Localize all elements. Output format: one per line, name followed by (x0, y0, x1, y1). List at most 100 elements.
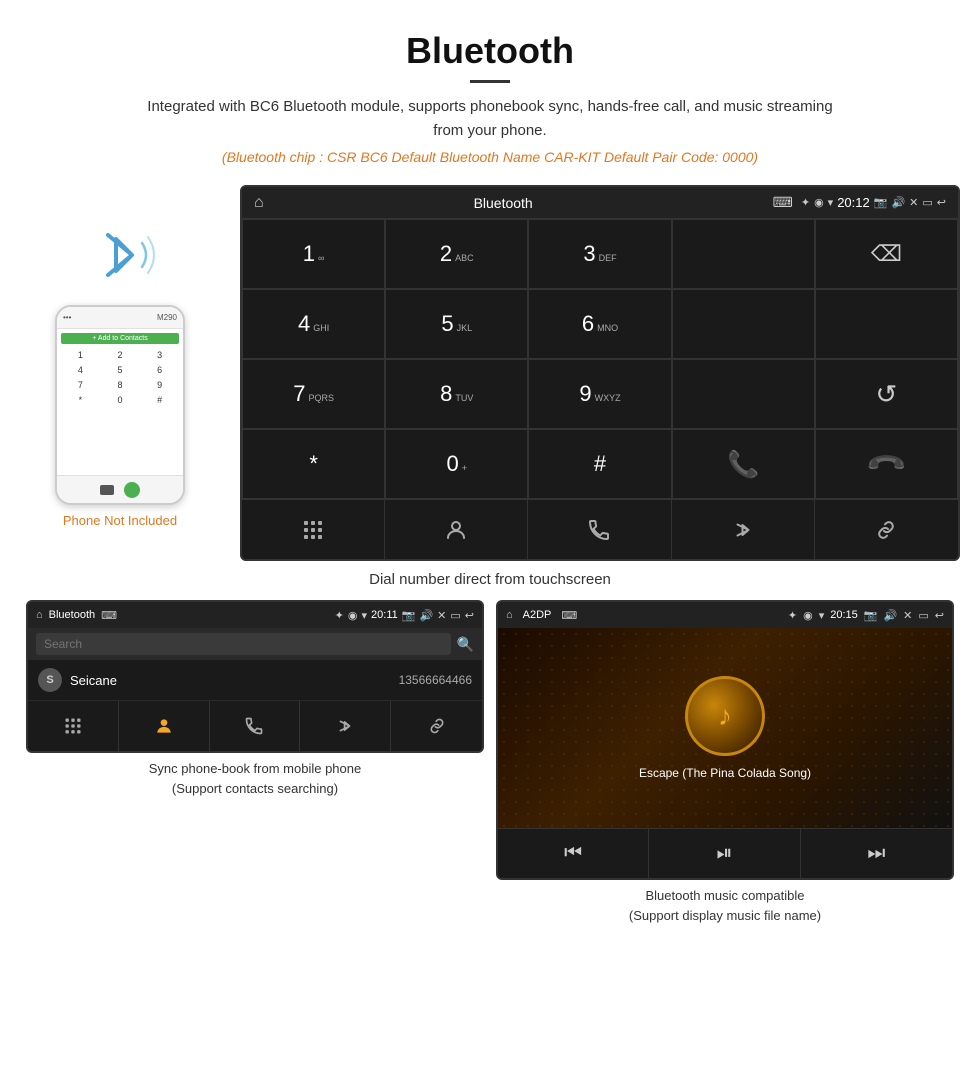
pb-wifi-icon: ▾ (362, 609, 368, 622)
dial-empty-4 (672, 359, 815, 429)
phonebook-screen: ⌂ Bluetooth ⌨ ✦ ◉ ▾ 20:11 📷 🔊 ✕ ▭ ↩ (26, 600, 484, 753)
screen-title: Bluetooth (242, 195, 765, 211)
music-status-bar: ⌂ A2DP ⌨ ✦ ◉ ▾ 20:15 📷 🔊 ✕ ▭ ↩ (498, 602, 952, 628)
nav-dialpad-btn[interactable] (242, 500, 385, 559)
nav-bluetooth-btn[interactable] (672, 500, 815, 559)
pb-search-icon[interactable]: 🔍 (457, 636, 474, 653)
music-screen-title: A2DP (523, 609, 552, 621)
music-playpause-btn[interactable]: ⏯ (649, 829, 800, 878)
pb-nav-link-btn[interactable] (391, 701, 482, 751)
bluetooth-waves-icon (80, 215, 160, 295)
volume-icon[interactable]: 🔊 (891, 196, 905, 209)
dial-call-green-btn[interactable]: 📞 (672, 429, 815, 499)
dial-screen-caption: Dial number direct from touchscreen (20, 571, 960, 588)
phone-bottom-bar (57, 475, 183, 503)
phone-key-2[interactable]: 2 (101, 348, 140, 362)
dial-key-0[interactable]: 0+ (385, 429, 528, 499)
pb-nav-bluetooth-btn[interactable] (300, 701, 391, 751)
dial-key-7[interactable]: 7PQRS (242, 359, 385, 429)
dial-key-hash[interactable]: # (528, 429, 671, 499)
phone-key-1[interactable]: 1 (61, 348, 100, 362)
pb-search-input[interactable] (36, 633, 451, 655)
call-green-icon: 📞 (727, 449, 759, 480)
music-prev-btn[interactable]: ⏮ (498, 829, 649, 878)
phone-key-star[interactable]: * (61, 393, 100, 407)
car-dial-bottom-nav (242, 499, 958, 559)
pb-nav-calls-btn[interactable] (210, 701, 301, 751)
phone-key-6[interactable]: 6 (140, 363, 179, 377)
pb-loc-icon: ◉ (348, 609, 358, 622)
music-back-icon[interactable]: ↩ (935, 609, 944, 622)
bluetooth-status-icon: ✦ (801, 196, 810, 209)
phone-call-btn[interactable] (124, 482, 140, 498)
window-icon[interactable]: ▭ (922, 196, 932, 209)
music-song-title: Escape (The Pina Colada Song) (639, 766, 811, 780)
phone-key-7[interactable]: 7 (61, 378, 100, 392)
location-icon: ◉ (814, 196, 824, 209)
phone-carrier: ••• (63, 313, 71, 322)
dial-key-3[interactable]: 3DEF (528, 219, 671, 289)
dial-empty-1 (672, 219, 815, 289)
pb-search-bar: 🔍 (28, 628, 482, 660)
dial-key-1[interactable]: 1∞ (242, 219, 385, 289)
music-win-icon[interactable]: ▭ (918, 609, 928, 622)
phone-screen: + Add to Contacts 1 2 3 4 5 6 7 8 9 * 0 … (57, 329, 183, 475)
music-cam-icon: 📷 (864, 609, 878, 622)
pb-time: 20:11 (371, 609, 398, 621)
music-wifi-icon: ▾ (819, 609, 825, 622)
dial-empty-2 (672, 289, 815, 359)
phone-key-9[interactable]: 9 (140, 378, 179, 392)
pb-home-icon[interactable]: ⌂ (36, 609, 43, 621)
dial-key-2[interactable]: 2ABC (385, 219, 528, 289)
call-red-icon: 📞 (864, 442, 909, 487)
pb-cam-icon: 📷 (402, 609, 416, 622)
back-icon[interactable]: ↩ (937, 196, 946, 209)
page-title: Bluetooth (20, 30, 960, 72)
dial-grid: 1∞ 2ABC 3DEF ⌫ 4GHI 5JKL 6MNO (242, 219, 958, 499)
header-description: Integrated with BC6 Bluetooth module, su… (140, 95, 840, 143)
pb-nav-dialpad-btn[interactable] (28, 701, 119, 751)
pb-nav-contacts-active-btn[interactable] (119, 701, 210, 751)
dial-key-star[interactable]: * (242, 429, 385, 499)
music-close-icon[interactable]: ✕ (903, 609, 912, 622)
pb-bottom-nav (28, 701, 482, 751)
music-home-icon[interactable]: ⌂ (506, 609, 513, 621)
pb-close-icon[interactable]: ✕ (437, 609, 446, 622)
nav-settings-btn[interactable] (815, 500, 958, 559)
dial-key-9[interactable]: 9WXYZ (528, 359, 671, 429)
nav-calls-btn[interactable] (528, 500, 671, 559)
phone-key-3[interactable]: 3 (140, 348, 179, 362)
pb-bt-icon: ✦ (335, 609, 344, 622)
close-icon[interactable]: ✕ (909, 196, 918, 209)
dial-call-red-btn[interactable]: 📞 (815, 429, 958, 499)
car-dial-screen: ⌂ Bluetooth ⌨ ✦ ◉ ▾ 20:12 📷 🔊 ✕ ▭ ↩ 1∞ 2… (240, 185, 960, 561)
music-screen: ⌂ A2DP ⌨ ✦ ◉ ▾ 20:15 📷 🔊 ✕ ▭ ↩ ♪ Escape … (496, 600, 954, 880)
music-next-btn[interactable]: ⏭ (801, 829, 952, 878)
dial-key-5[interactable]: 5JKL (385, 289, 528, 359)
dial-reload-btn[interactable]: ↺ (815, 359, 958, 429)
phone-key-8[interactable]: 8 (101, 378, 140, 392)
bottom-panels: ⌂ Bluetooth ⌨ ✦ ◉ ▾ 20:11 📷 🔊 ✕ ▭ ↩ (0, 600, 980, 925)
music-time: 20:15 (830, 609, 858, 621)
phone-add-contact-btn[interactable]: + Add to Contacts (61, 333, 179, 344)
dial-key-6[interactable]: 6MNO (528, 289, 671, 359)
pb-contact-number: 13566664466 (399, 673, 472, 687)
pb-win-icon[interactable]: ▭ (450, 609, 460, 622)
phone-key-5[interactable]: 5 (101, 363, 140, 377)
page-header: Bluetooth Integrated with BC6 Bluetooth … (0, 0, 980, 175)
dial-key-8[interactable]: 8TUV (385, 359, 528, 429)
phone-key-0[interactable]: 0 (101, 393, 140, 407)
music-controls: ⏮ ⏯ ⏭ (498, 828, 952, 878)
phone-key-4[interactable]: 4 (61, 363, 100, 377)
pb-contact-row[interactable]: S Seicane 13566664466 (28, 660, 482, 701)
phone-key-hash[interactable]: # (140, 393, 179, 407)
camera-icon[interactable]: 📷 (874, 196, 888, 209)
dial-key-4[interactable]: 4GHI (242, 289, 385, 359)
pb-vol-icon: 🔊 (419, 609, 433, 622)
dial-empty-3 (815, 289, 958, 359)
reload-icon: ↺ (875, 379, 897, 410)
nav-contacts-btn[interactable] (385, 500, 528, 559)
dial-backspace-btn[interactable]: ⌫ (815, 219, 958, 289)
pb-back-icon[interactable]: ↩ (465, 609, 474, 622)
phone-illustration: ••• M290 + Add to Contacts 1 2 3 4 5 6 7… (20, 185, 220, 528)
